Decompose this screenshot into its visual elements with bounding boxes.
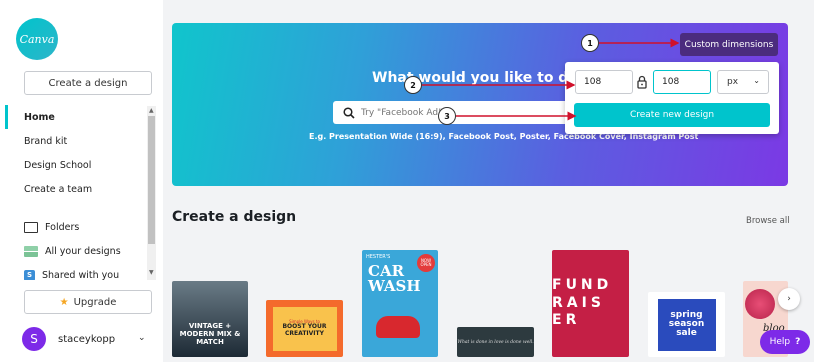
username: staceykopp [58, 333, 116, 345]
canva-logo[interactable]: Canva [16, 18, 58, 60]
sidebar-item-create-team[interactable]: Create a team [0, 177, 148, 201]
annotation-marker-1: 1 [581, 34, 599, 52]
sidebar-item-shared[interactable]: S Shared with you [0, 263, 148, 280]
sidebar-item-label: Brand kit [24, 135, 68, 147]
width-input[interactable] [575, 70, 633, 94]
template-thumbnail[interactable]: What is done in love is done well. [457, 327, 534, 357]
crown-icon: ★ [59, 296, 69, 308]
chevron-down-icon[interactable]: ⌄ [138, 333, 146, 343]
sidebar: Canva Create a design Home Brand kit Des… [0, 0, 163, 362]
search-icon [343, 106, 355, 119]
template-thumbnail[interactable]: Simple Ways to BOOST YOUR CREATIVITY [266, 300, 343, 357]
create-new-design-button[interactable]: Create new design [574, 103, 770, 127]
create-design-button[interactable]: Create a design [24, 71, 152, 95]
sidebar-item-label: Folders [45, 221, 80, 233]
custom-dimensions-button[interactable]: Custom dimensions [680, 33, 778, 56]
scroll-down-icon[interactable]: ▼ [149, 269, 154, 276]
section-title: Create a design [172, 209, 297, 225]
sidebar-nav: Home Brand kit Design School Create a te… [0, 105, 148, 280]
template-thumbnail[interactable]: FUND RAIS ER [552, 250, 629, 357]
search-input[interactable] [361, 107, 561, 118]
flower-illustration [745, 289, 775, 319]
help-button[interactable]: Help? [760, 330, 810, 354]
thumbnail-text: spring season sale [668, 310, 705, 338]
sidebar-item-label: Create a team [24, 183, 93, 195]
sidebar-item-label: Home [24, 111, 55, 123]
scroll-thumb[interactable] [148, 116, 155, 244]
sidebar-item-label: All your designs [45, 245, 121, 257]
carousel-next-button[interactable]: › [778, 288, 800, 310]
sidebar-item-label: Shared with you [42, 269, 120, 281]
custom-dimensions-panel: px ⌄ Create new design [565, 62, 779, 134]
chevron-down-icon: ⌄ [753, 76, 760, 85]
question-icon: ? [795, 337, 801, 347]
thumbnail-text: HESTER'S [366, 254, 391, 260]
template-thumbnail[interactable]: VINTAGE + MODERN MIX & MATCH [172, 281, 248, 357]
thumbnail-text: VINTAGE + MODERN MIX & MATCH [179, 321, 241, 347]
scroll-up-icon[interactable]: ▲ [149, 107, 154, 114]
avatar: S [22, 327, 46, 351]
lock-icon[interactable] [637, 75, 647, 89]
sidebar-scrollbar[interactable]: ▲ ▼ [147, 106, 156, 280]
template-thumbnail[interactable]: HESTER'S NOW OPEN CAR WASH [362, 250, 438, 357]
thumbnail-text: What is done in love is done well. [457, 339, 534, 345]
upgrade-label: Upgrade [73, 296, 117, 308]
thumbnail-text: FUND RAIS ER [552, 277, 613, 329]
sidebar-item-all-designs[interactable]: All your designs [0, 239, 148, 263]
unit-value: px [727, 77, 739, 87]
unit-select[interactable]: px ⌄ [717, 70, 769, 94]
template-thumbnail[interactable]: spring season sale [648, 292, 725, 357]
annotation-marker-2: 2 [404, 76, 422, 94]
height-input[interactable] [653, 70, 711, 94]
folder-icon [24, 221, 38, 233]
sidebar-item-brand-kit[interactable]: Brand kit [0, 129, 148, 153]
shared-icon: S [24, 269, 35, 280]
designs-icon [24, 245, 38, 257]
sidebar-item-design-school[interactable]: Design School [0, 153, 148, 177]
sidebar-item-home[interactable]: Home [0, 105, 148, 129]
browse-all-link[interactable]: Browse all [746, 216, 790, 226]
chevron-right-icon: › [787, 294, 791, 304]
thumbnail-card: spring season sale [657, 298, 716, 351]
sidebar-item-folders[interactable]: Folders [0, 215, 148, 239]
help-label: Help [769, 337, 791, 347]
thumbnail-text: BOOST YOUR CREATIVITY [282, 323, 327, 337]
thumbnail-card: Simple Ways to BOOST YOUR CREATIVITY [272, 306, 337, 351]
logo-text: Canva [19, 32, 55, 46]
user-menu[interactable]: S staceykopp [22, 327, 115, 351]
annotation-marker-3: 3 [438, 107, 456, 125]
thumbnail-text: CAR WASH [368, 262, 421, 295]
upgrade-button[interactable]: ★ Upgrade [24, 290, 152, 314]
sidebar-item-label: Design School [24, 159, 92, 171]
car-illustration [376, 316, 420, 338]
